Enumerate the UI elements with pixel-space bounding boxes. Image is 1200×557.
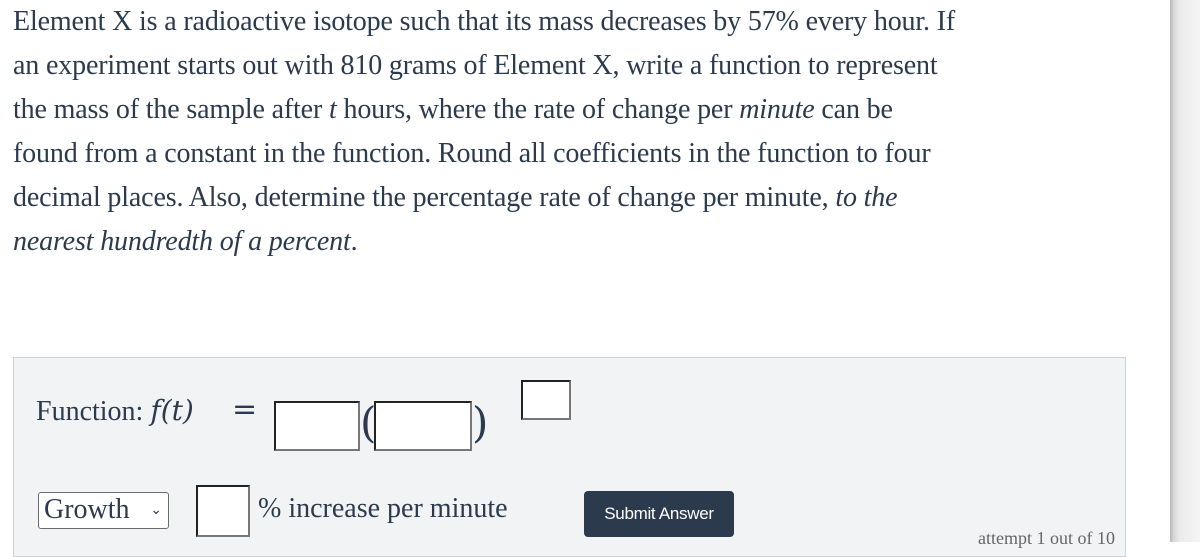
function-label: Function: f(t) — [36, 394, 194, 428]
answer-panel: Function: f(t) = ( ) Growth ⌄ % increase… — [13, 357, 1126, 557]
question-text-segment: . — [350, 226, 358, 257]
base-input[interactable] — [374, 401, 472, 451]
rate-suffix-label: % increase per minute — [258, 493, 508, 524]
rate-type-select[interactable]: Growth ⌄ — [38, 492, 169, 529]
question-line: nearest hundredth of a percent. — [13, 220, 1123, 264]
question-text-segment: the mass of the sample after — [13, 94, 329, 125]
question-text-segment: can be — [814, 94, 893, 125]
scrollbar-track[interactable] — [1170, 0, 1200, 542]
submit-answer-button[interactable]: Submit Answer — [584, 491, 734, 537]
question-text-segment: hours, where the rate of change per — [336, 94, 740, 125]
emphasis-text: to the — [835, 182, 898, 213]
question-line: an experiment starts out with 810 grams … — [13, 44, 1123, 88]
question-text-segment: found from a constant in the function. R… — [13, 138, 931, 169]
exponent-input[interactable] — [521, 380, 571, 420]
question-text: Element X is a radioactive isotope such … — [13, 0, 1123, 264]
equals-sign: = — [232, 392, 258, 427]
close-paren: ) — [472, 398, 489, 447]
emphasis-text: minute — [739, 94, 815, 125]
emphasis-text: nearest hundredth of a percent — [13, 226, 351, 257]
question-line: found from a constant in the function. R… — [13, 132, 1123, 176]
function-label-text: Function: — [36, 396, 144, 427]
question-line: Element X is a radioactive isotope such … — [13, 0, 1123, 44]
rate-type-value: Growth — [44, 494, 130, 525]
rate-input[interactable] — [196, 485, 250, 537]
function-name: f(t) — [150, 394, 194, 427]
page: Element X is a radioactive isotope such … — [0, 0, 1170, 557]
emphasis-text: t — [328, 94, 337, 125]
attempt-counter: attempt 1 out of 10 — [978, 528, 1115, 548]
question-text-segment: an experiment starts out with 810 grams … — [13, 50, 938, 81]
coefficient-input[interactable] — [274, 401, 360, 451]
question-text-segment: Element X is a radioactive isotope such … — [13, 6, 956, 37]
chevron-down-icon: ⌄ — [150, 502, 162, 518]
question-line: the mass of the sample after t hours, wh… — [13, 88, 1123, 132]
question-line: decimal places. Also, determine the perc… — [13, 176, 1123, 220]
question-text-segment: decimal places. Also, determine the perc… — [13, 182, 836, 213]
